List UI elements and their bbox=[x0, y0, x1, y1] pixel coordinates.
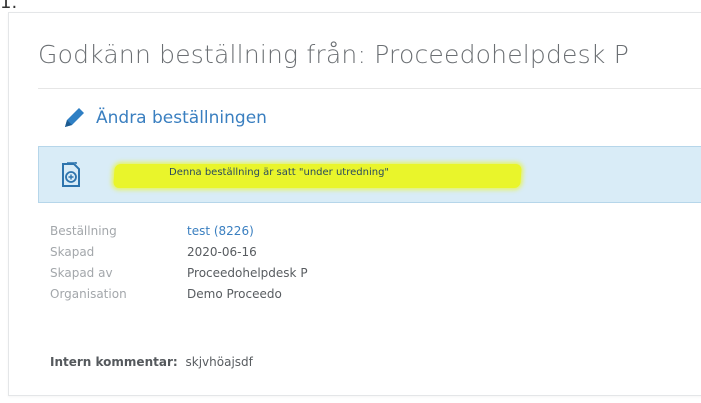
detail-row-organisation: Organisation Demo Proceedo bbox=[50, 287, 450, 308]
edit-order-label: Ändra beställningen bbox=[96, 108, 267, 128]
detail-row-order: Beställning test (8226) bbox=[50, 224, 450, 245]
pencil-icon bbox=[65, 108, 84, 127]
internal-comment-label: Intern kommentar: bbox=[50, 355, 178, 369]
internal-comment: Intern kommentar: skjvhöajsdf bbox=[50, 355, 253, 369]
detail-value: 2020-06-16 bbox=[187, 245, 257, 259]
detail-row-created: Skapad 2020-06-16 bbox=[50, 245, 450, 266]
detail-key: Skapad bbox=[50, 245, 95, 259]
edit-order-link[interactable]: Ändra beställningen bbox=[62, 106, 267, 130]
document-currency-icon bbox=[62, 162, 80, 187]
detail-value: Proceedohelpdesk P bbox=[187, 266, 308, 280]
status-alert: Denna beställning är satt "under utredni… bbox=[38, 146, 701, 203]
title-divider bbox=[38, 88, 701, 89]
detail-key: Skapad av bbox=[50, 266, 113, 280]
order-link[interactable]: test (8226) bbox=[187, 224, 254, 238]
order-details: Beställning test (8226) Skapad 2020-06-1… bbox=[50, 224, 450, 308]
detail-value: Demo Proceedo bbox=[187, 287, 282, 301]
detail-row-created-by: Skapad av Proceedohelpdesk P bbox=[50, 266, 450, 287]
page-title: Godkänn beställning från: Proceedohelpde… bbox=[38, 40, 629, 69]
internal-comment-value: skjvhöajsdf bbox=[185, 355, 253, 369]
detail-key: Beställning bbox=[50, 224, 117, 238]
order-approval-panel bbox=[8, 12, 701, 396]
detail-key: Organisation bbox=[50, 287, 127, 301]
status-message: Denna beställning är satt "under utredni… bbox=[169, 167, 390, 178]
